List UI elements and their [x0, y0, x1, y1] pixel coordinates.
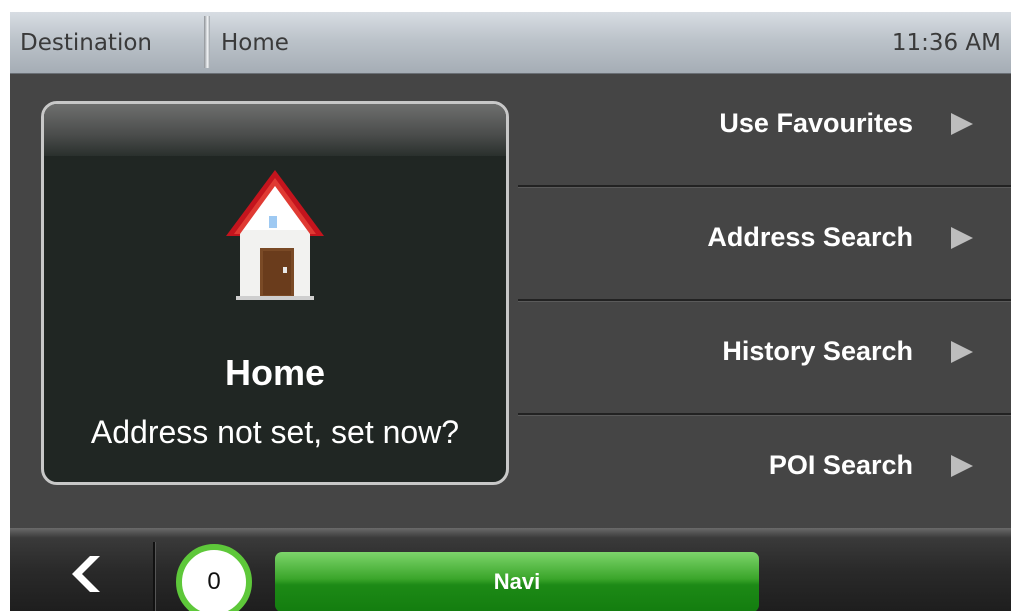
navi-button[interactable]: Navi: [275, 552, 759, 611]
breadcrumb-home: Home: [221, 30, 289, 56]
back-button[interactable]: [50, 542, 120, 602]
search-menu: Use Favourites Address Search History Se…: [518, 73, 1011, 528]
arrow-right-icon: [951, 341, 973, 363]
navigation-screen: Destination Home 11:36 AM Home Address n…: [10, 12, 1011, 611]
chevron-left-icon: [72, 556, 100, 592]
breadcrumb-destination[interactable]: Destination: [20, 30, 152, 56]
card-gloss: [44, 104, 506, 156]
menu-item-address-search[interactable]: Address Search: [518, 187, 1011, 301]
menu-item-history-search[interactable]: History Search: [518, 301, 1011, 415]
header-bar: Destination Home 11:36 AM: [10, 12, 1011, 74]
menu-item-label: Address Search: [707, 222, 913, 252]
home-subtitle: Address not set, set now?: [90, 414, 460, 450]
arrow-right-icon: [951, 113, 973, 135]
house-icon: [226, 170, 324, 300]
menu-item-poi-search[interactable]: POI Search: [518, 415, 1011, 529]
bottom-bar: 0 Navi: [10, 528, 1011, 611]
menu-item-use-favourites[interactable]: Use Favourites: [518, 73, 1011, 187]
arrow-right-icon: [951, 455, 973, 477]
home-address-button[interactable]: Home Address not set, set now?: [41, 101, 509, 485]
clock: 11:36 AM: [891, 30, 1001, 56]
menu-item-label: Use Favourites: [719, 108, 913, 138]
count-badge[interactable]: 0: [176, 544, 252, 611]
bottom-separator: [153, 542, 156, 611]
arrow-right-icon: [951, 227, 973, 249]
breadcrumb-separator: [204, 16, 210, 68]
menu-item-label: History Search: [722, 336, 913, 366]
home-title: Home: [224, 352, 326, 393]
menu-item-label: POI Search: [768, 450, 913, 480]
